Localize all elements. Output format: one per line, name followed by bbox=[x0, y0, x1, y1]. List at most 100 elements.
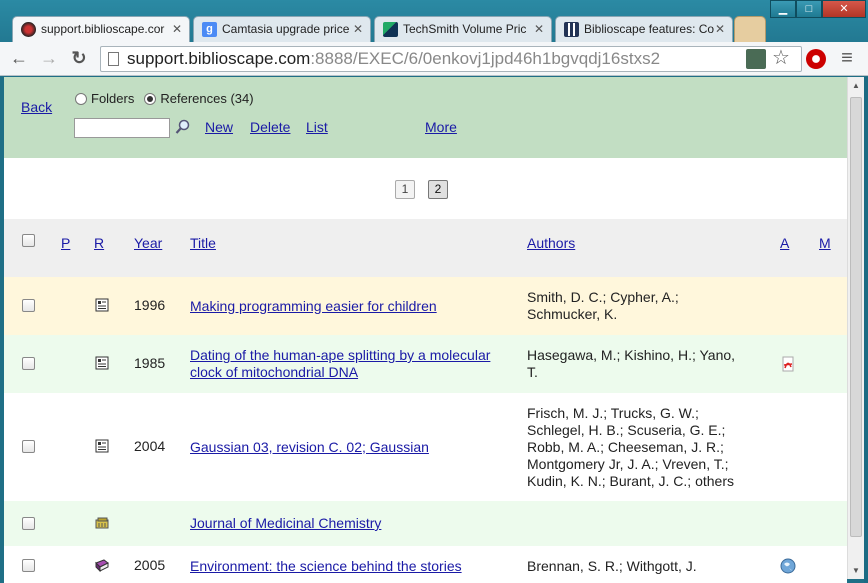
title-line[interactable]: Making programming easier for children bbox=[190, 298, 510, 315]
page-1-button[interactable]: 1 bbox=[395, 180, 415, 199]
view-toggle: Folders References (34) bbox=[75, 91, 254, 106]
tab-close-icon[interactable]: ✕ bbox=[353, 17, 363, 42]
author-line: Montgomery Jr, J. A.; Vreven, T.; bbox=[527, 455, 729, 472]
extension-flag-icon[interactable] bbox=[746, 49, 766, 69]
reference-toolbar: Back Folders References (34) New Delete … bbox=[4, 77, 847, 158]
row-year: 2004 bbox=[134, 438, 166, 454]
document-icon bbox=[95, 439, 109, 453]
maximize-button[interactable]: □ bbox=[796, 0, 822, 18]
references-radio[interactable] bbox=[144, 92, 157, 105]
title-line[interactable]: Gaussian 03, revision C. 02; Gaussian bbox=[190, 439, 510, 456]
back-arrow-icon[interactable]: ← bbox=[8, 48, 30, 70]
close-window-button[interactable]: ✕ bbox=[822, 0, 866, 18]
tab-label: support.biblioscape.cor bbox=[41, 22, 165, 36]
row-title-link[interactable]: Making programming easier for children bbox=[190, 298, 510, 315]
window-border bbox=[864, 77, 868, 583]
row-year: 1996 bbox=[134, 297, 166, 313]
tab-label: Biblioscape features: Co bbox=[584, 22, 715, 36]
page-viewport: Back Folders References (34) New Delete … bbox=[4, 77, 847, 583]
header-year[interactable]: Year bbox=[134, 235, 162, 251]
row-authors: Hasegawa, M.; Kishino, H.; Yano, T. bbox=[527, 347, 757, 381]
forward-arrow-icon[interactable]: → bbox=[38, 48, 60, 70]
tab-techsmith[interactable]: TechSmith Volume Pric ✕ bbox=[374, 16, 552, 42]
author-line: Robb, M. A.; Cheeseman, J. R.; bbox=[527, 438, 724, 455]
journal-icon bbox=[95, 516, 109, 530]
techsmith-favicon-icon bbox=[383, 22, 398, 37]
title-line[interactable]: Journal of Medicinal Chemistry bbox=[190, 515, 510, 532]
row-authors: Brennan, S. R.; Withgott, J. bbox=[527, 558, 757, 575]
row-year: 2005 bbox=[134, 557, 166, 573]
new-tab-button[interactable] bbox=[734, 16, 766, 42]
chrome-menu-icon[interactable]: ≡ bbox=[836, 48, 858, 70]
delete-link[interactable]: Delete bbox=[250, 119, 290, 135]
author-line: Brennan, S. R.; Withgott, J. bbox=[527, 557, 697, 574]
grid-favicon-icon bbox=[564, 22, 579, 37]
table-row: 1996 Making programming easier for childr… bbox=[4, 277, 847, 335]
google-favicon-icon: g bbox=[202, 22, 217, 37]
row-checkbox[interactable] bbox=[22, 516, 35, 530]
minimize-button[interactable]: ▁ bbox=[770, 0, 796, 18]
reload-icon[interactable]: ↻ bbox=[68, 48, 90, 70]
row-title-link[interactable]: Environment: the science behind the stor… bbox=[190, 558, 510, 575]
title-line[interactable]: Environment: the science behind the stor… bbox=[190, 558, 510, 575]
folders-radio[interactable] bbox=[75, 92, 87, 105]
header-a[interactable]: A bbox=[780, 235, 789, 251]
url-host: support.biblioscape.com bbox=[127, 49, 311, 68]
more-link[interactable]: More bbox=[425, 119, 457, 135]
tab-label: TechSmith Volume Pric bbox=[403, 22, 527, 36]
row-checkbox[interactable] bbox=[22, 299, 35, 312]
browser-toolbar: ← → ↻ support.biblioscape.com:8888/EXEC/… bbox=[0, 42, 868, 76]
author-line: Schlegel, H. B.; Scuseria, G. E.; bbox=[527, 421, 726, 438]
search-input[interactable] bbox=[74, 118, 170, 138]
author-line: T. bbox=[527, 364, 538, 380]
scrollbar-thumb[interactable] bbox=[850, 97, 862, 537]
row-checkbox[interactable] bbox=[22, 357, 35, 370]
address-bar[interactable]: support.biblioscape.com:8888/EXEC/6/0enk… bbox=[100, 46, 802, 72]
author-line: Hasegawa, M.; Kishino, H.; Yano, bbox=[527, 347, 736, 363]
tab-camtasia[interactable]: g Camtasia upgrade price ✕ bbox=[193, 16, 371, 42]
header-r[interactable]: R bbox=[94, 235, 104, 251]
row-checkbox[interactable] bbox=[22, 559, 35, 572]
tab-strip: support.biblioscape.cor ✕ g Camtasia upg… bbox=[8, 16, 778, 42]
pdf-icon[interactable] bbox=[780, 356, 796, 372]
row-checkbox[interactable] bbox=[22, 440, 35, 453]
tab-close-icon[interactable]: ✕ bbox=[534, 17, 544, 42]
row-authors: Frisch, M. J.; Trucks, G. W.; Schlegel, H… bbox=[527, 405, 757, 490]
author-line: Kudin, K. N.; Burant, J. C.; others bbox=[527, 472, 734, 489]
page-2-button[interactable]: 2 bbox=[428, 180, 448, 199]
url-path: :8888/EXEC/6/0enkovj1jpd46h1bgvqdj16stxs… bbox=[310, 49, 661, 68]
bookmark-star-icon[interactable]: ☆ bbox=[770, 48, 792, 70]
adblock-icon[interactable] bbox=[806, 49, 826, 69]
title-line[interactable]: clock of mitochondrial DNA bbox=[190, 364, 510, 381]
header-authors[interactable]: Authors bbox=[527, 235, 575, 251]
tab-biblioscape-features[interactable]: Biblioscape features: Co ✕ bbox=[555, 16, 733, 42]
header-title[interactable]: Title bbox=[190, 235, 216, 251]
row-title-link[interactable]: Journal of Medicinal Chemistry bbox=[190, 515, 510, 532]
globe-icon[interactable] bbox=[780, 558, 796, 574]
tab-label: Camtasia upgrade price bbox=[222, 22, 350, 36]
document-icon bbox=[95, 298, 109, 312]
table-row: Journal of Medicinal Chemistry bbox=[4, 501, 847, 546]
row-title-link[interactable]: Dating of the human-ape splitting by a m… bbox=[190, 347, 510, 381]
table-row: 2004 Gaussian 03, revision C. 02; Gaussia… bbox=[4, 393, 847, 501]
tab-close-icon[interactable]: ✕ bbox=[715, 17, 725, 42]
tab-close-icon[interactable]: ✕ bbox=[172, 17, 182, 42]
row-title-link[interactable]: Gaussian 03, revision C. 02; Gaussian bbox=[190, 439, 510, 456]
header-p[interactable]: P bbox=[61, 235, 70, 251]
title-line[interactable]: Dating of the human-ape splitting by a m… bbox=[190, 347, 510, 364]
new-link[interactable]: New bbox=[205, 119, 233, 135]
select-all-checkbox[interactable] bbox=[22, 234, 35, 247]
scroll-up-icon[interactable]: ▲ bbox=[852, 81, 860, 90]
back-link[interactable]: Back bbox=[21, 99, 52, 115]
header-m[interactable]: M bbox=[819, 235, 831, 251]
scroll-down-icon[interactable]: ▼ bbox=[852, 566, 860, 575]
search-icon[interactable] bbox=[175, 119, 191, 135]
tab-support-biblioscape[interactable]: support.biblioscape.cor ✕ bbox=[12, 16, 190, 42]
table-row: 1985 Dating of the human-ape splitting by… bbox=[4, 335, 847, 393]
row-year: 1985 bbox=[134, 355, 166, 371]
list-link[interactable]: List bbox=[306, 119, 328, 135]
vertical-scrollbar[interactable]: ▲ ▼ bbox=[847, 77, 864, 579]
author-line: Smith, D. C.; Cypher, A.; bbox=[527, 289, 679, 305]
references-radio-label: References (34) bbox=[160, 91, 254, 106]
author-line: Frisch, M. J.; Trucks, G. W.; bbox=[527, 404, 699, 421]
